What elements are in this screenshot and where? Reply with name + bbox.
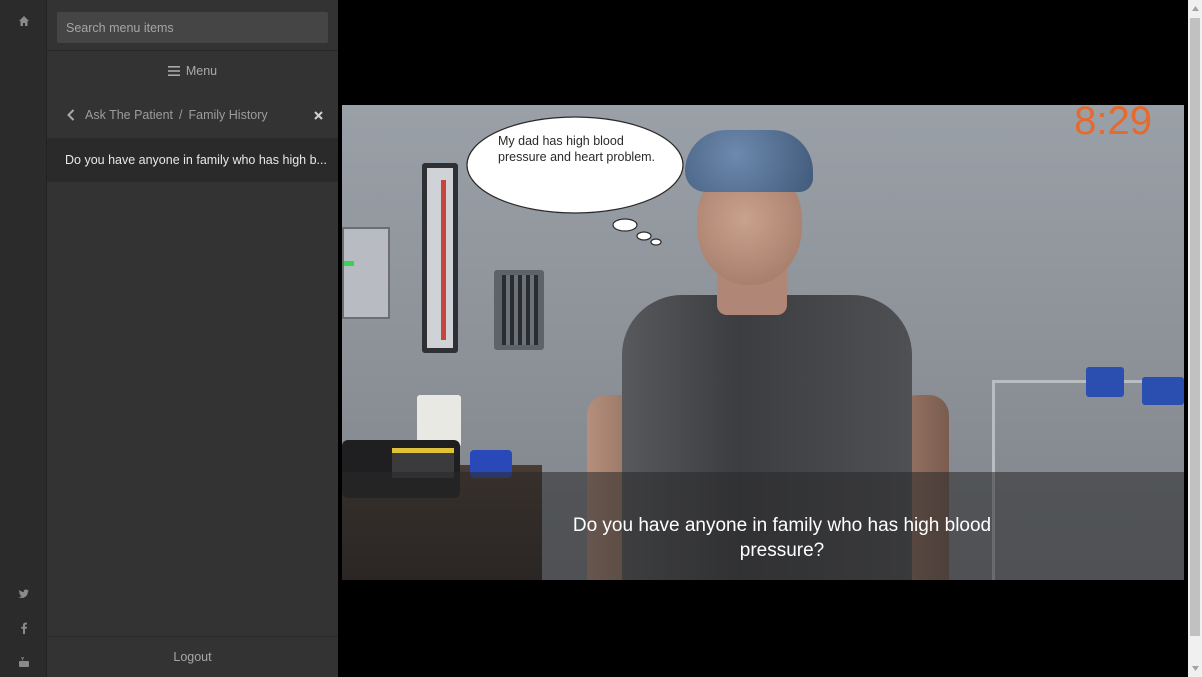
subtitle-line-1: Do you have anyone in family who has hig… [572, 515, 992, 536]
subtitle-line-2: pressure? [739, 540, 825, 561]
search-menu-input[interactable] [57, 12, 328, 43]
twitter-button[interactable] [0, 579, 47, 609]
countdown-timer: 8:29 [1074, 105, 1152, 143]
patient-cap [685, 130, 813, 192]
breadcrumb-parent[interactable]: Ask The Patient [85, 108, 173, 122]
scene-indicator-light [344, 261, 354, 266]
menu-toggle-button[interactable]: Menu [47, 51, 338, 91]
menu-toggle-label: Menu [185, 64, 218, 78]
subtitle-text: Do you have anyone in family who has hig… [532, 513, 1032, 563]
page-scrollbar[interactable] [1188, 0, 1202, 677]
scene-bp-gauge [422, 163, 458, 353]
twitter-icon [18, 589, 29, 598]
scroll-down-button[interactable] [1188, 660, 1202, 677]
breadcrumb-current: Family History [188, 108, 268, 122]
logout-label: Logout [173, 650, 212, 664]
scroll-up-button[interactable] [1188, 0, 1202, 17]
scene-dispenser-slots [502, 275, 538, 345]
menu-item-question[interactable]: Do you have anyone in family who has hig… [47, 138, 338, 182]
scene-blue-box [1142, 377, 1184, 405]
thought-bubble [466, 116, 684, 246]
scene-blue-box [1086, 367, 1124, 397]
hamburger-icon [167, 66, 180, 76]
youtube-button[interactable] [0, 647, 47, 677]
back-button[interactable] [53, 96, 85, 134]
chevron-left-icon [67, 109, 75, 121]
home-button[interactable] [0, 6, 47, 36]
youtube-icon [18, 657, 29, 667]
home-icon [18, 16, 29, 26]
menu-panel: Menu Ask The Patient / Family History Do… [47, 0, 366, 677]
scene-wall-cabinet [342, 227, 390, 319]
breadcrumb-separator: / [179, 108, 183, 122]
facebook-icon [20, 622, 27, 634]
video-stage: My dad has high blood pressure and heart… [338, 0, 1188, 677]
chevron-up-icon [1191, 6, 1199, 11]
facebook-button[interactable] [0, 613, 47, 643]
icon-rail [0, 0, 47, 677]
breadcrumb: Ask The Patient / Family History [47, 96, 338, 134]
logout-button[interactable]: Logout [47, 636, 338, 677]
chevron-down-icon [1191, 666, 1199, 671]
scene-gauge-bar [441, 180, 446, 340]
thought-bubble-text: My dad has high blood pressure and heart… [498, 134, 656, 164]
scroll-thumb[interactable] [1190, 18, 1200, 636]
menu-item-label: Do you have anyone in family who has hig… [65, 153, 327, 167]
video-scene[interactable]: My dad has high blood pressure and heart… [342, 105, 1184, 580]
close-icon [313, 110, 323, 120]
close-button[interactable] [310, 107, 326, 123]
